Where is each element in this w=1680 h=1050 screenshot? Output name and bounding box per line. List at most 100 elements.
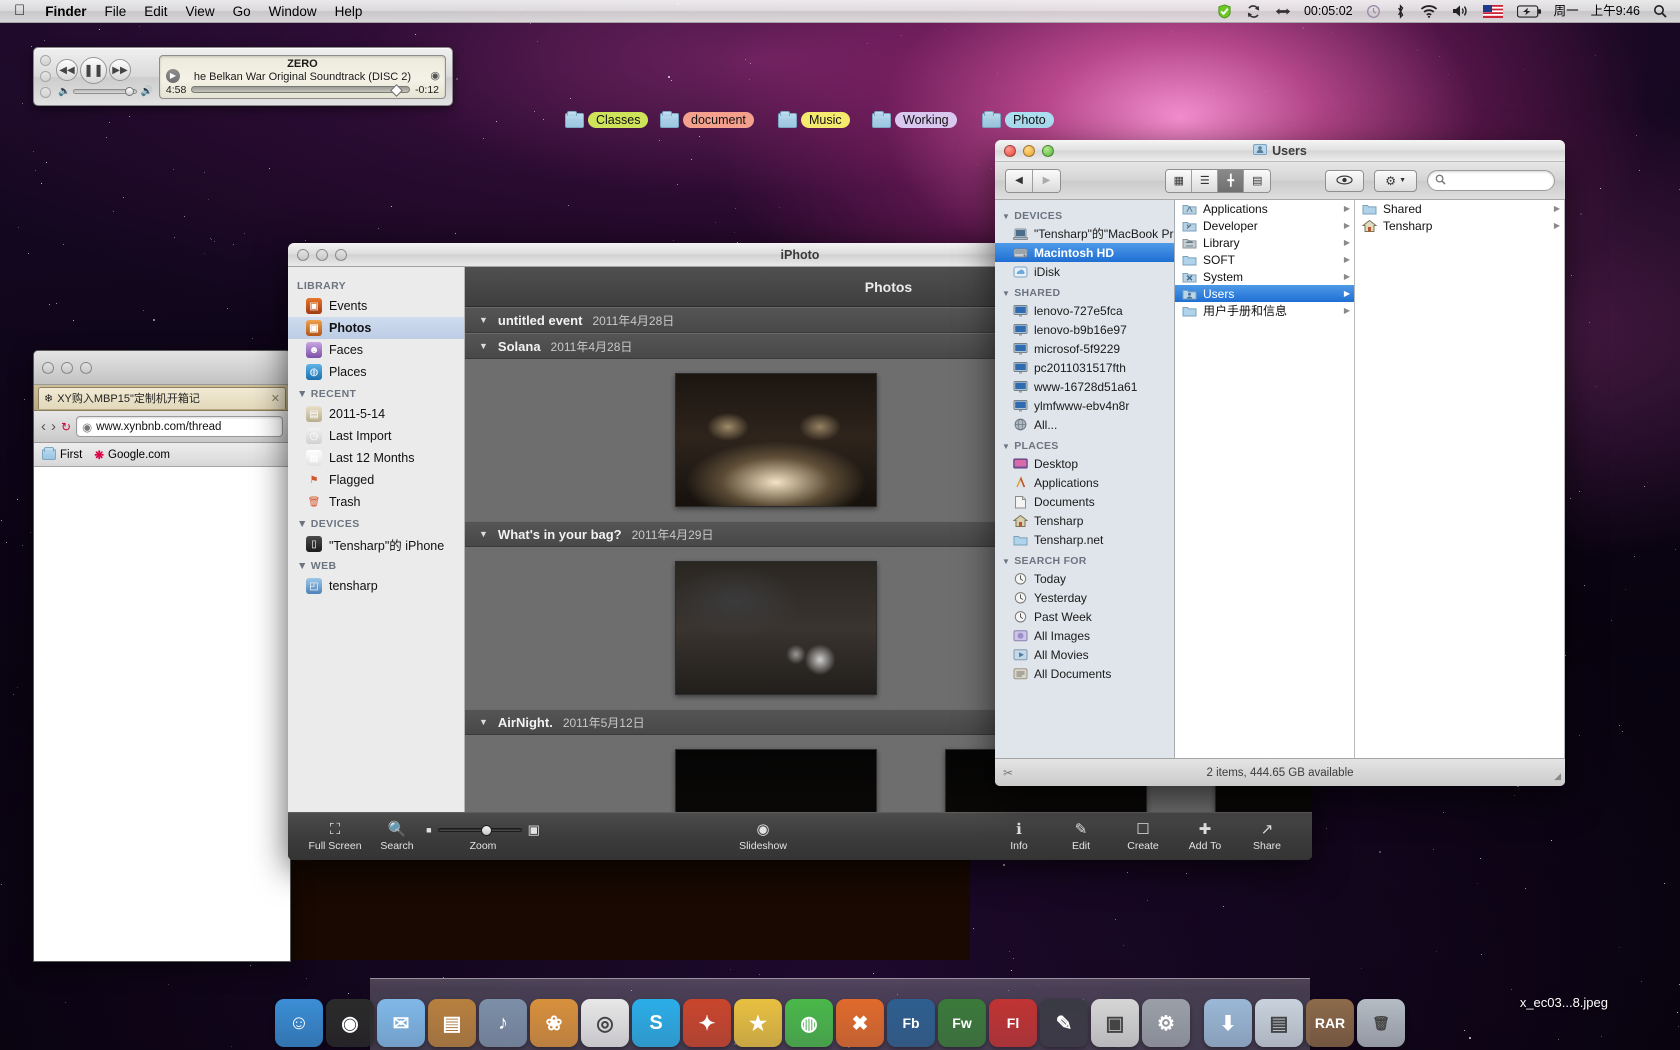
- full-screen-button[interactable]: ⛶ Full Screen: [304, 821, 366, 852]
- itunes-window-controls[interactable]: [34, 55, 56, 98]
- finder-column-item-users[interactable]: Users ▶: [1175, 285, 1354, 302]
- dock-item-fireworks[interactable]: Fb: [887, 999, 935, 1047]
- disclosure-triangle-icon[interactable]: ▼: [1002, 289, 1010, 298]
- finder-column-item-system[interactable]: System ▶: [1175, 268, 1354, 285]
- menu-finder[interactable]: Finder: [36, 0, 95, 23]
- safari-toolbar[interactable]: ‹ › ↻ ◉ www.xynbnb.com/thread: [34, 411, 290, 443]
- finder-column-item-developer[interactable]: Developer ▶: [1175, 217, 1354, 234]
- disclosure-triangle-icon[interactable]: ▼: [297, 518, 308, 530]
- finder-titlebar[interactable]: Users: [995, 140, 1565, 162]
- finder-sidebar-item-macintosh-hd[interactable]: Macintosh HD: [995, 243, 1174, 262]
- action-menu-button[interactable]: ⚙ ▼: [1374, 169, 1417, 192]
- menu-bar[interactable]:  Finder File Edit View Go Window Help 0…: [0, 0, 1680, 23]
- finder-sidebar-section-devices[interactable]: ▼ DEVICES: [995, 204, 1174, 224]
- itunes-track-display[interactable]: ▶ ◉ ZERO he Belkan War Original Soundtra…: [158, 54, 446, 99]
- safari-zoom-button[interactable]: [80, 361, 92, 374]
- finder-sidebar-item-past-week[interactable]: Past Week: [995, 607, 1174, 626]
- safari-page-content[interactable]: [34, 467, 290, 961]
- finder-view-switcher[interactable]: ▦ ☰ ╋ ▤: [1165, 168, 1272, 193]
- iphoto-photo-thumbnail[interactable]: [675, 749, 877, 812]
- dock-item-flash-builder[interactable]: Fw: [938, 999, 986, 1047]
- dock-item-skype[interactable]: S: [632, 999, 680, 1047]
- dock-item-flash[interactable]: Fl: [989, 999, 1037, 1047]
- column-view-icon[interactable]: ╋: [1218, 169, 1245, 192]
- itunes-progress-bar[interactable]: [191, 83, 411, 97]
- finder-column-item-soft[interactable]: SOFT ▶: [1175, 251, 1354, 268]
- dock-item-trash[interactable]: 🗑: [1357, 999, 1405, 1047]
- battery-icon[interactable]: [1510, 0, 1548, 23]
- finder-sidebar-item-all-movies[interactable]: All Movies: [995, 645, 1174, 664]
- dock-item-mail[interactable]: ✉: [377, 999, 425, 1047]
- list-view-icon[interactable]: ☰: [1192, 169, 1219, 192]
- menu-go[interactable]: Go: [224, 0, 260, 23]
- finder-column-item-library[interactable]: Library ▶: [1175, 234, 1354, 251]
- menu-bar-status-area[interactable]: 00:05:02 周一 上午9:46: [1210, 0, 1680, 23]
- iphoto-section-recent[interactable]: ▼ RECENT: [288, 383, 464, 403]
- safari-address-bar[interactable]: ◉ www.xynbnb.com/thread: [76, 416, 283, 437]
- bookmark-first[interactable]: First: [42, 447, 82, 461]
- desktop-folder-music[interactable]: Music: [778, 110, 850, 128]
- disclosure-triangle-icon[interactable]: ▼: [1002, 557, 1010, 566]
- finder-sidebar-item-applications[interactable]: Applications: [995, 473, 1174, 492]
- finder-sidebar-item-today[interactable]: Today: [995, 569, 1174, 588]
- fast-forward-icon[interactable]: ▶▶: [109, 59, 131, 81]
- finder-column-2[interactable]: Shared ▶ Tensharp ▶: [1355, 200, 1565, 758]
- finder-sidebar-item-all-[interactable]: All...: [995, 415, 1174, 434]
- safari-titlebar[interactable]: [34, 351, 290, 385]
- finder-sidebar-item--tensharp-macbook-pro-[interactable]: "Tensharp"的"MacBook Pro": [995, 224, 1174, 243]
- finder-sidebar-section-search-for[interactable]: ▼ SEARCH FOR: [995, 549, 1174, 569]
- finder-sidebar-section-shared[interactable]: ▼ SHARED: [995, 281, 1174, 301]
- iphoto-sidebar-item-flagged[interactable]: ⚑ Flagged: [288, 469, 464, 491]
- itunes-close-button[interactable]: [40, 55, 51, 66]
- search-button[interactable]: 🔍 Search: [366, 821, 428, 852]
- dock-item-qq[interactable]: ✦: [683, 999, 731, 1047]
- finder-column-item-applications[interactable]: Applications ▶: [1175, 200, 1354, 217]
- reload-icon[interactable]: ↻: [61, 420, 71, 434]
- coverflow-view-icon[interactable]: ▤: [1244, 169, 1271, 192]
- itunes-progress-knob[interactable]: [390, 83, 403, 97]
- bookmark-google[interactable]: ❋ Google.com: [94, 448, 170, 462]
- itunes-minimize-button[interactable]: [40, 71, 51, 82]
- iphoto-sidebar-item-faces[interactable]: ☻ Faces: [288, 339, 464, 361]
- iphoto-sidebar-item-tensharp[interactable]: ◰ tensharp: [288, 575, 464, 597]
- finder-sidebar-item-lenovo-727e5fca[interactable]: lenovo-727e5fca: [995, 301, 1174, 320]
- iphoto-sidebar-item--tensharp-iphone[interactable]: ▯ "Tensharp"的 iPhone: [288, 533, 464, 555]
- dock-item-system-preferences[interactable]: ⚙: [1142, 999, 1190, 1047]
- create-button[interactable]: ☐ Create: [1112, 821, 1174, 852]
- finder-column-item-tensharp[interactable]: Tensharp ▶: [1355, 217, 1564, 234]
- forward-arrow-icon[interactable]: ▶: [1033, 169, 1060, 192]
- disclosure-triangle-icon[interactable]: ▼: [297, 388, 308, 400]
- volume-knob[interactable]: [125, 86, 135, 96]
- finder-resize-grip[interactable]: ◢: [1554, 771, 1561, 782]
- disclosure-triangle-icon[interactable]: ▼: [479, 717, 488, 727]
- finder-sidebar-item-pc2011031517fth[interactable]: pc2011031517fth: [995, 358, 1174, 377]
- finder-sidebar-item-ylmfwww-ebv4n8r[interactable]: ylmfwww-ebv4n8r: [995, 396, 1174, 415]
- dock-item-xmind[interactable]: ✖: [836, 999, 884, 1047]
- safari-bookmarks-bar[interactable]: First ❋ Google.com: [34, 443, 290, 467]
- itunes-zoom-button[interactable]: [40, 87, 51, 98]
- iphoto-bottom-toolbar[interactable]: ⛶ Full Screen 🔍 Search ■ ▣ Zoom ◉ Slides…: [288, 812, 1312, 860]
- back-arrow-icon[interactable]: ‹: [41, 418, 46, 435]
- zoom-control[interactable]: ■ ▣ Zoom: [426, 822, 540, 852]
- menu-window[interactable]: Window: [260, 0, 326, 23]
- disclosure-triangle-icon[interactable]: ▼: [479, 529, 488, 539]
- finder-navigation-buttons[interactable]: ◀ ▶: [1005, 168, 1061, 193]
- iphoto-sidebar-item-2011-5-14[interactable]: ▤ 2011-5-14: [288, 403, 464, 425]
- iphoto-photo-thumbnail[interactable]: [675, 373, 877, 507]
- disclosure-triangle-icon[interactable]: ▼: [297, 560, 308, 572]
- safari-tab[interactable]: ❄ XY购入MBP15"定制机开箱记 ✕: [38, 386, 286, 409]
- share-button[interactable]: ↗ Share: [1236, 821, 1298, 852]
- finder-sidebar-item-all-documents[interactable]: All Documents: [995, 664, 1174, 683]
- finder-column-item-shared[interactable]: Shared ▶: [1355, 200, 1564, 217]
- info-button[interactable]: ℹ Info: [988, 821, 1050, 852]
- safari-tab-bar[interactable]: ❄ XY购入MBP15"定制机开箱记 ✕: [34, 385, 290, 411]
- itunes-progress-row[interactable]: 4:58 -0:12: [160, 83, 445, 97]
- dock-item-address-book[interactable]: ▤: [428, 999, 476, 1047]
- itunes-volume-slider[interactable]: 🔈 🔊: [56, 86, 153, 97]
- finder-sidebar[interactable]: ▼ DEVICES "Tensharp"的"MacBook Pro" Macin…: [995, 200, 1175, 758]
- finder-sidebar-item-microsof-5f9229[interactable]: microsof-5f9229: [995, 339, 1174, 358]
- finder-sidebar-item-all-images[interactable]: All Images: [995, 626, 1174, 645]
- itunes-transport-controls[interactable]: ◀◀ ❚❚ ▶▶ 🔈 🔊: [56, 56, 153, 97]
- itunes-mini-player[interactable]: ◀◀ ❚❚ ▶▶ 🔈 🔊 ▶ ◉ ZERO he Belkan War Orig…: [33, 47, 453, 106]
- finder-sidebar-item-yesterday[interactable]: Yesterday: [995, 588, 1174, 607]
